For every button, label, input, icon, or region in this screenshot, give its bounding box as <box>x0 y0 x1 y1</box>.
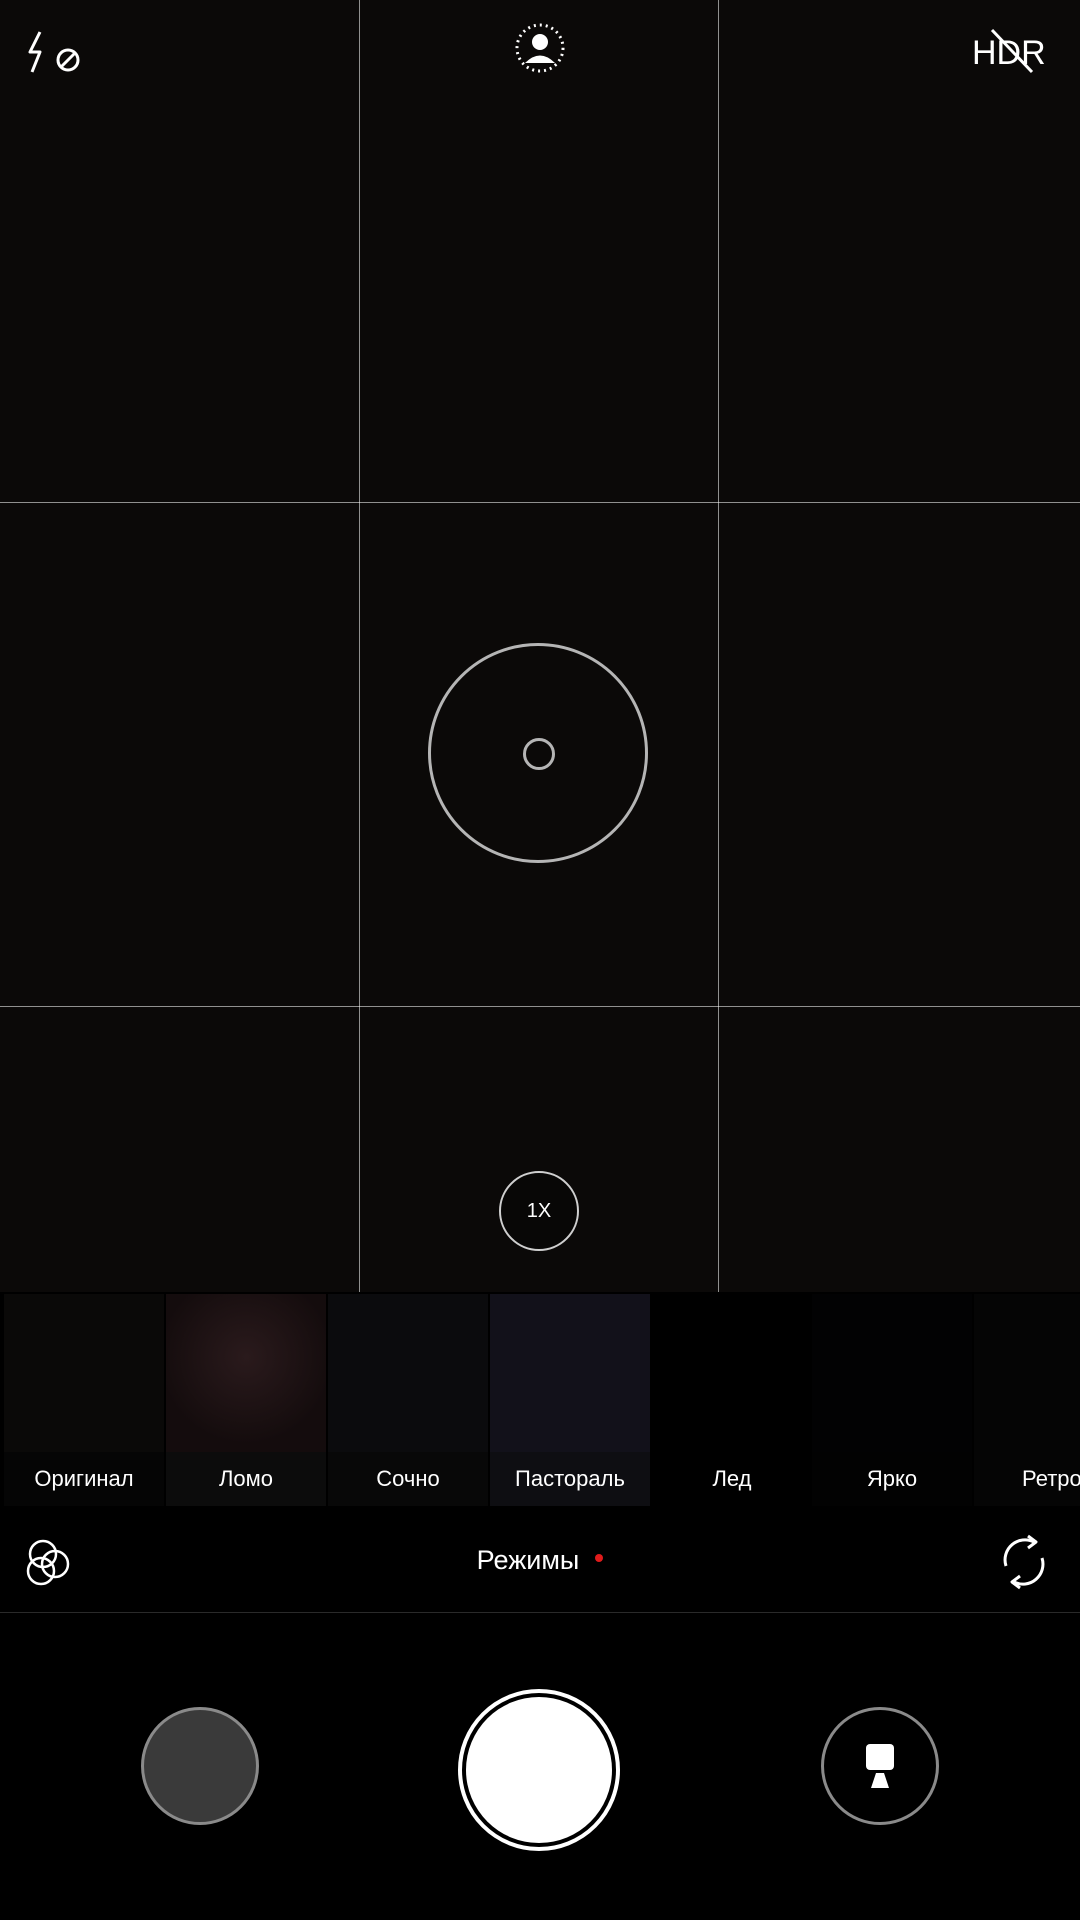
filter-item-bright[interactable]: Ярко <box>812 1294 972 1506</box>
hdr-toggle[interactable]: HDR <box>970 26 1054 76</box>
filter-item-juicy[interactable]: Сочно <box>328 1294 488 1506</box>
photo-video-toggle-icon <box>866 1744 894 1788</box>
grid-line-horizontal-2 <box>0 1006 1080 1007</box>
filter-label: Оригинал <box>4 1452 164 1506</box>
filter-item-retro[interactable]: Ретро <box>974 1294 1080 1506</box>
filter-label: Ломо <box>166 1452 326 1506</box>
filter-thumb <box>166 1294 326 1452</box>
filter-label: Ретро <box>974 1452 1080 1506</box>
filter-label: Пастораль <box>490 1452 650 1506</box>
filter-thumb <box>652 1294 812 1452</box>
gallery-thumbnail[interactable] <box>141 1707 259 1825</box>
filter-label: Сочно <box>328 1452 488 1506</box>
filter-item-lomo[interactable]: Ломо <box>166 1294 326 1506</box>
modes-label: Режимы <box>476 1544 580 1575</box>
filter-strip[interactable]: Оригинал Ломо Сочно Пастораль Лед Ярко Р… <box>0 1292 1080 1508</box>
filter-label: Ярко <box>812 1452 972 1506</box>
hdr-label: HDR <box>972 34 1046 72</box>
zoom-button[interactable]: 1X <box>499 1171 579 1251</box>
camera-viewfinder[interactable]: HDR 1X <box>0 0 1080 1292</box>
notification-dot <box>595 1554 604 1562</box>
filter-thumb <box>812 1294 972 1452</box>
shutter-button[interactable] <box>466 1697 612 1843</box>
filter-label: Лед <box>652 1452 812 1506</box>
grid-line-vertical-1 <box>359 0 360 1292</box>
switch-camera-icon[interactable] <box>996 1532 1052 1592</box>
grid-line-horizontal-1 <box>0 502 1080 503</box>
capture-controls <box>0 1613 1080 1920</box>
filter-thumb <box>974 1294 1080 1452</box>
filter-item-ice[interactable]: Лед <box>652 1294 812 1506</box>
filter-item-pastoral[interactable]: Пастораль <box>490 1294 650 1506</box>
filter-thumb <box>328 1294 488 1452</box>
modes-bar: Режимы <box>0 1508 1080 1613</box>
filter-item-original[interactable]: Оригинал <box>4 1294 164 1506</box>
photo-video-toggle-button[interactable] <box>821 1707 939 1825</box>
portrait-mode-icon[interactable] <box>514 22 566 74</box>
filter-thumb <box>490 1294 650 1452</box>
focus-center-dot <box>523 738 555 770</box>
flash-off-icon[interactable] <box>26 30 82 74</box>
filter-thumb <box>4 1294 164 1452</box>
zoom-label: 1X <box>526 1199 552 1222</box>
modes-button[interactable]: Режимы <box>0 1508 1080 1612</box>
grid-line-vertical-2 <box>718 0 719 1292</box>
